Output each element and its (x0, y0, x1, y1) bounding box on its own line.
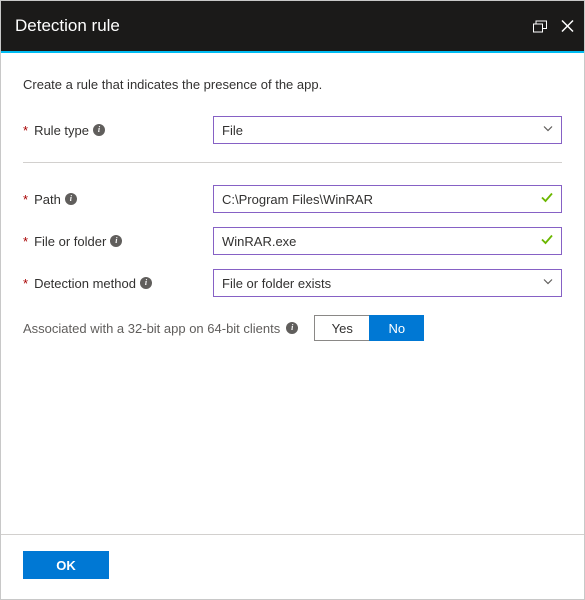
file-or-folder-label: File or folder (34, 234, 106, 249)
file-or-folder-input[interactable]: WinRAR.exe (213, 227, 562, 255)
associated-toggle: Yes No (314, 315, 424, 341)
titlebar: Detection rule (1, 1, 584, 53)
required-marker: * (23, 234, 28, 249)
required-marker: * (23, 123, 28, 138)
info-icon[interactable]: i (110, 235, 122, 247)
path-input[interactable]: C:\Program Files\WinRAR (213, 185, 562, 213)
detection-method-select[interactable]: File or folder exists (213, 269, 562, 297)
path-label: Path (34, 192, 61, 207)
detection-method-row: * Detection method i File or folder exis… (23, 265, 562, 301)
rule-type-row: * Rule type i File (23, 112, 562, 148)
required-marker: * (23, 276, 28, 291)
path-value: C:\Program Files\WinRAR (222, 192, 373, 207)
file-or-folder-row: * File or folder i WinRAR.exe (23, 223, 562, 259)
rule-type-label: Rule type (34, 123, 89, 138)
restore-icon[interactable] (533, 20, 547, 32)
ok-button[interactable]: OK (23, 551, 109, 579)
associated-label: Associated with a 32-bit app on 64-bit c… (23, 321, 280, 336)
path-row: * Path i C:\Program Files\WinRAR (23, 181, 562, 217)
info-icon[interactable]: i (140, 277, 152, 289)
info-icon[interactable]: i (286, 322, 298, 334)
detection-method-value: File or folder exists (222, 276, 331, 291)
checkmark-icon (540, 191, 554, 208)
file-or-folder-value: WinRAR.exe (222, 234, 296, 249)
detection-rule-panel: Detection rule Create a rule that indica… (0, 0, 585, 600)
checkmark-icon (540, 233, 554, 250)
close-icon[interactable] (561, 20, 574, 33)
required-marker: * (23, 192, 28, 207)
rule-type-value: File (222, 123, 243, 138)
associated-yes-button[interactable]: Yes (314, 315, 369, 341)
detection-method-label: Detection method (34, 276, 136, 291)
associated-no-button[interactable]: No (369, 315, 424, 341)
panel-title: Detection rule (15, 16, 120, 36)
info-icon[interactable]: i (65, 193, 77, 205)
footer: OK (1, 534, 584, 599)
description-text: Create a rule that indicates the presenc… (23, 77, 562, 92)
content-area: Create a rule that indicates the presenc… (1, 53, 584, 534)
associated-row: Associated with a 32-bit app on 64-bit c… (23, 315, 562, 341)
info-icon[interactable]: i (93, 124, 105, 136)
window-controls (533, 20, 574, 33)
rule-type-select[interactable]: File (213, 116, 562, 144)
divider (23, 162, 562, 163)
